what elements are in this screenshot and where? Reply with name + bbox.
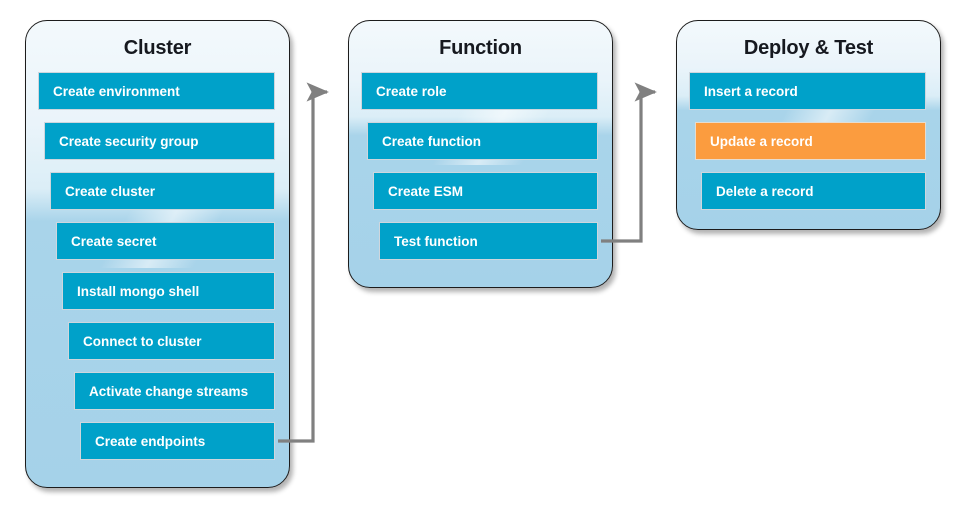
- step-create-cluster[interactable]: Create cluster: [50, 172, 275, 210]
- step-test-function[interactable]: Test function: [379, 222, 598, 260]
- step-connect-to-cluster[interactable]: Connect to cluster: [68, 322, 275, 360]
- step-label: Create ESM: [388, 184, 464, 199]
- phase-title-cluster: Cluster: [123, 37, 192, 59]
- step-label: Test function: [394, 234, 478, 249]
- step-label: Create function: [382, 134, 482, 149]
- step-label: Connect to cluster: [83, 334, 202, 349]
- step-label: Create role: [376, 84, 447, 99]
- step-create-security-group[interactable]: Create security group: [44, 122, 275, 160]
- step-create-endpoints[interactable]: Create endpoints: [80, 422, 275, 460]
- step-label: Create endpoints: [95, 434, 206, 449]
- step-label: Create secret: [71, 234, 157, 249]
- step-label: Install mongo shell: [77, 284, 200, 299]
- phase-title-function: Function: [439, 37, 522, 59]
- step-create-environment[interactable]: Create environment: [38, 72, 275, 110]
- step-label: Delete a record: [716, 184, 814, 199]
- step-create-function[interactable]: Create function: [367, 122, 598, 160]
- diagram-canvas: Cluster Create environment Create securi…: [0, 0, 965, 505]
- step-label: Create cluster: [65, 184, 156, 199]
- step-activate-change-streams[interactable]: Activate change streams: [74, 372, 275, 410]
- step-label: Update a record: [710, 134, 813, 149]
- step-create-esm[interactable]: Create ESM: [373, 172, 598, 210]
- step-label: Activate change streams: [89, 384, 249, 399]
- step-create-role[interactable]: Create role: [361, 72, 598, 110]
- step-label: Insert a record: [704, 84, 798, 99]
- step-insert-a-record[interactable]: Insert a record: [689, 72, 926, 110]
- step-delete-a-record[interactable]: Delete a record: [701, 172, 926, 210]
- step-label: Create environment: [53, 84, 180, 99]
- step-install-mongo-shell[interactable]: Install mongo shell: [62, 272, 275, 310]
- step-create-secret[interactable]: Create secret: [56, 222, 275, 260]
- step-update-a-record[interactable]: Update a record: [695, 122, 926, 160]
- step-label: Create security group: [59, 134, 199, 149]
- phase-title-deploy-and-test: Deploy & Test: [743, 37, 874, 59]
